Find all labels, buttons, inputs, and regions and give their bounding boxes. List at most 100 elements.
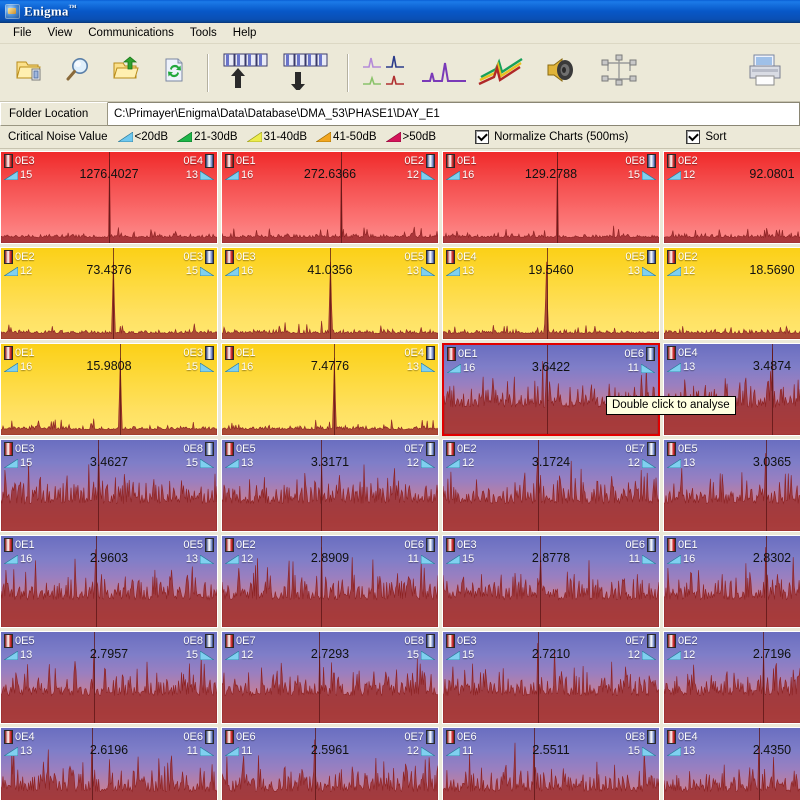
refresh-button[interactable] <box>150 49 198 97</box>
trademark-symbol: ™ <box>69 3 77 12</box>
upload-loggers-button[interactable] <box>218 49 278 97</box>
red-logger-icon <box>667 730 676 744</box>
left-logger-tag: 0E4 <box>446 250 477 264</box>
normalize-charts-checkbox[interactable]: Normalize Charts (500ms) <box>475 130 628 144</box>
chart-cell[interactable]: 0E50E713123.3171 <box>221 439 439 532</box>
correlation-value: 15.9808 <box>1 359 217 373</box>
chart-cell[interactable]: 0E20E612112.8909 <box>221 535 439 628</box>
checkbox-checked-icon[interactable] <box>686 130 700 144</box>
chart-cell[interactable]: 0E40E713122.4350 <box>663 727 800 800</box>
chart-cell[interactable]: 0E30E5161341.0356 <box>221 247 439 340</box>
search-icon <box>63 56 93 89</box>
single-spectrum-button[interactable] <box>416 49 474 97</box>
menu-file[interactable]: File <box>6 25 41 42</box>
legend-31-40db: 31-40dB <box>247 131 307 143</box>
chart-cell[interactable]: 0E20E3121573.4376 <box>0 247 218 340</box>
sort-checkbox[interactable]: Sort <box>686 130 726 144</box>
left-logger-id: 0E6 <box>457 731 477 743</box>
chart-cell[interactable]: 0E10E81615129.2788 <box>442 151 660 244</box>
chart-cell[interactable]: 0E60E711122.5961 <box>221 727 439 800</box>
chart-cell[interactable]: 0E30E415131276.4027 <box>0 151 218 244</box>
download-loggers-button[interactable] <box>278 49 338 97</box>
left-logger-tag: 0E3 <box>4 154 35 168</box>
folder-location-path[interactable]: C:\Primayer\Enigma\Data\Database\DMA_53\… <box>108 102 800 126</box>
refresh-icon <box>159 56 189 89</box>
red-logger-icon <box>667 538 676 552</box>
legend-gt50db: >50dB <box>386 131 437 143</box>
speaker-button[interactable] <box>532 49 590 97</box>
cursor-line <box>547 248 548 339</box>
left-logger-id: 0E4 <box>678 347 698 359</box>
left-logger-tag: 0E2 <box>446 442 477 456</box>
left-logger-tag: 0E4 <box>667 346 698 360</box>
chart-cell[interactable]: 0E20E712123.1724 <box>442 439 660 532</box>
chart-cell[interactable]: 0E70E812152.7293 <box>221 631 439 724</box>
chart-cell[interactable]: 0E10E416137.4776 <box>221 343 439 436</box>
right-logger-tag: 0E8 <box>404 634 435 648</box>
left-logger-id: 0E1 <box>15 347 35 359</box>
chart-cell[interactable]: 0E40E5131319.5460 <box>442 247 660 340</box>
red-logger-icon <box>225 442 234 456</box>
right-logger-id: 0E8 <box>183 635 203 647</box>
menu-communications[interactable]: Communications <box>81 25 183 42</box>
chart-cell[interactable]: 0E30E815153.4627 <box>0 439 218 532</box>
cursor-line <box>109 152 110 243</box>
right-logger-tag: 0E7 <box>404 442 435 456</box>
chart-cell[interactable]: 0E20E412132.7196 <box>663 631 800 724</box>
chart-grid[interactable]: 0E30E415131276.40270E10E21612272.63660E1… <box>0 149 800 800</box>
cursor-line <box>94 632 95 723</box>
correlation-value: 1276.4027 <box>1 167 217 181</box>
chart-cell[interactable]: 0E20E3121418.5690 <box>663 247 800 340</box>
chart-cell[interactable]: 0E10E416132.8302 <box>663 535 800 628</box>
legend-triangle-icon <box>386 132 401 142</box>
chart-cell[interactable]: 0E20E3121592.0801 <box>663 151 800 244</box>
left-logger-tag: 0E3 <box>225 250 256 264</box>
legend-31-40db-label: 31-40dB <box>264 131 307 143</box>
red-logger-icon <box>667 442 676 456</box>
correlation-value: 2.7293 <box>222 647 438 661</box>
network-button[interactable] <box>590 49 648 97</box>
correlation-value: 2.8302 <box>664 551 800 565</box>
right-logger-tag: 0E5 <box>625 250 656 264</box>
chart-cell[interactable]: 0E40E613112.6196 <box>0 727 218 800</box>
chart-cell[interactable]: 0E60E811152.5511 <box>442 727 660 800</box>
right-logger-id: 0E8 <box>625 155 645 167</box>
chart-cell[interactable]: 0E10E516132.9603 <box>0 535 218 628</box>
toolbar-separator-2 <box>347 54 349 92</box>
menu-help[interactable]: Help <box>226 25 266 42</box>
menu-view[interactable]: View <box>41 25 82 42</box>
cursor-line <box>540 536 541 627</box>
left-logger-id: 0E2 <box>457 443 477 455</box>
normalize-charts-label: Normalize Charts (500ms) <box>494 131 628 143</box>
right-logger-id: 0E6 <box>183 731 203 743</box>
chart-cell[interactable]: 0E30E715122.7210 <box>442 631 660 724</box>
left-logger-tag: 0E1 <box>225 346 256 360</box>
correlation-value: 272.6366 <box>222 167 438 181</box>
right-logger-id: 0E4 <box>404 347 424 359</box>
multi-spectrum-button[interactable] <box>358 49 416 97</box>
app-icon <box>5 4 20 19</box>
right-logger-tag: 0E7 <box>625 634 656 648</box>
red-logger-icon <box>225 346 234 360</box>
waterfall-button[interactable] <box>474 49 532 97</box>
print-button[interactable] <box>736 49 794 97</box>
left-logger-id: 0E4 <box>678 731 698 743</box>
menu-tools[interactable]: Tools <box>183 25 226 42</box>
right-logger-id: 0E5 <box>625 251 645 263</box>
open-folder-button[interactable] <box>6 49 54 97</box>
chart-cell[interactable]: 0E50E813153.0365 <box>663 439 800 532</box>
export-folder-button[interactable] <box>102 49 150 97</box>
cursor-line <box>113 248 114 339</box>
chart-cell[interactable]: 0E10E616113.6422 <box>442 343 660 436</box>
single-spectrum-icon <box>420 51 470 94</box>
chart-cell[interactable]: 0E10E3161515.9808 <box>0 343 218 436</box>
chart-cell[interactable]: 0E30E615112.8778 <box>442 535 660 628</box>
chart-cell[interactable]: 0E40E613113.4874 <box>663 343 800 436</box>
chart-cell[interactable]: 0E50E813152.7957 <box>0 631 218 724</box>
right-logger-id: 0E7 <box>625 443 645 455</box>
search-button[interactable] <box>54 49 102 97</box>
chart-cell[interactable]: 0E10E21612272.6366 <box>221 151 439 244</box>
correlation-value: 2.6196 <box>1 743 217 757</box>
cursor-line <box>766 536 767 627</box>
checkbox-checked-icon[interactable] <box>475 130 489 144</box>
